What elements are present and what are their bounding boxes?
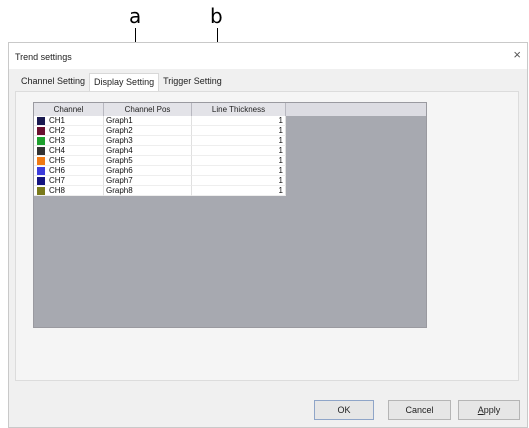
trend-settings-dialog: Trend settings × Channel Setting Display… bbox=[8, 42, 528, 428]
line-thickness-cell[interactable]: 1 bbox=[192, 176, 286, 186]
channel-name: CH8 bbox=[49, 186, 66, 195]
channel-cell[interactable]: CH7 bbox=[34, 176, 104, 186]
column-header-line-thickness[interactable]: Line Thickness bbox=[192, 103, 286, 116]
channel-name: CH3 bbox=[49, 136, 66, 145]
table-row[interactable]: CH5 Graph5 1 bbox=[34, 156, 286, 166]
close-icon[interactable]: × bbox=[513, 47, 521, 62]
ok-button[interactable]: OK bbox=[314, 400, 374, 420]
channel-name: CH6 bbox=[49, 166, 66, 175]
display-setting-panel: Channel Channel Pos Line Thickness CH1 Gr… bbox=[15, 91, 519, 381]
line-thickness-cell[interactable]: 1 bbox=[192, 146, 286, 156]
apply-button-rest: pply bbox=[483, 405, 501, 415]
tab-strip: Channel Setting Display Setting Trigger … bbox=[17, 73, 226, 93]
table-row[interactable]: CH6 Graph6 1 bbox=[34, 166, 286, 176]
tab-channel-setting[interactable]: Channel Setting bbox=[17, 73, 89, 91]
channel-color-swatch[interactable] bbox=[37, 147, 45, 155]
channel-cell[interactable]: CH6 bbox=[34, 166, 104, 176]
table-row[interactable]: CH3 Graph3 1 bbox=[34, 136, 286, 146]
channel-color-swatch[interactable] bbox=[37, 117, 45, 125]
channel-color-swatch[interactable] bbox=[37, 127, 45, 135]
table-row[interactable]: CH7 Graph7 1 bbox=[34, 176, 286, 186]
line-thickness-cell[interactable]: 1 bbox=[192, 126, 286, 136]
channel-cell[interactable]: CH8 bbox=[34, 186, 104, 196]
annotation-b-label: b bbox=[210, 4, 223, 28]
channel-color-swatch[interactable] bbox=[37, 177, 45, 185]
channel-name: CH5 bbox=[49, 156, 66, 165]
line-thickness-cell[interactable]: 1 bbox=[192, 136, 286, 146]
table-row[interactable]: CH8 Graph8 1 bbox=[34, 186, 286, 196]
channel-pos-cell[interactable]: Graph1 bbox=[104, 116, 192, 126]
channel-pos-cell[interactable]: Graph8 bbox=[104, 186, 192, 196]
channel-cell[interactable]: CH1 bbox=[34, 116, 104, 126]
channel-name: CH2 bbox=[49, 126, 66, 135]
table-row[interactable]: CH1 Graph1 1 bbox=[34, 116, 286, 126]
column-header-channel[interactable]: Channel bbox=[34, 103, 104, 116]
table-row[interactable]: CH2 Graph2 1 bbox=[34, 126, 286, 136]
channel-name: CH1 bbox=[49, 116, 66, 125]
channel-cell[interactable]: CH5 bbox=[34, 156, 104, 166]
tab-trigger-setting[interactable]: Trigger Setting bbox=[159, 73, 226, 91]
line-thickness-cell[interactable]: 1 bbox=[192, 116, 286, 126]
channel-pos-cell[interactable]: Graph4 bbox=[104, 146, 192, 156]
channel-color-swatch[interactable] bbox=[37, 157, 45, 165]
column-header-channel-pos[interactable]: Channel Pos bbox=[104, 103, 192, 116]
title-bar: Trend settings × bbox=[9, 43, 527, 69]
cancel-button[interactable]: Cancel bbox=[388, 400, 451, 420]
channel-pos-cell[interactable]: Graph3 bbox=[104, 136, 192, 146]
channel-name: CH7 bbox=[49, 176, 66, 185]
apply-button[interactable]: Apply bbox=[458, 400, 520, 420]
line-thickness-cell[interactable]: 1 bbox=[192, 186, 286, 196]
channel-pos-cell[interactable]: Graph5 bbox=[104, 156, 192, 166]
dialog-title: Trend settings bbox=[15, 52, 72, 62]
channel-display-grid: Channel Channel Pos Line Thickness CH1 Gr… bbox=[33, 102, 427, 328]
channel-color-swatch[interactable] bbox=[37, 187, 45, 195]
channel-cell[interactable]: CH4 bbox=[34, 146, 104, 156]
channel-pos-cell[interactable]: Graph6 bbox=[104, 166, 192, 176]
channel-pos-cell[interactable]: Graph7 bbox=[104, 176, 192, 186]
channel-color-swatch[interactable] bbox=[37, 167, 45, 175]
channel-color-swatch[interactable] bbox=[37, 137, 45, 145]
line-thickness-cell[interactable]: 1 bbox=[192, 156, 286, 166]
channel-name: CH4 bbox=[49, 146, 66, 155]
table-row[interactable]: CH4 Graph4 1 bbox=[34, 146, 286, 156]
channel-cell[interactable]: CH2 bbox=[34, 126, 104, 136]
header-filler bbox=[286, 103, 426, 116]
channel-pos-cell[interactable]: Graph2 bbox=[104, 126, 192, 136]
line-thickness-cell[interactable]: 1 bbox=[192, 166, 286, 176]
tab-display-setting[interactable]: Display Setting bbox=[89, 73, 160, 93]
channel-cell[interactable]: CH3 bbox=[34, 136, 104, 146]
annotation-a-label: a bbox=[129, 4, 142, 28]
